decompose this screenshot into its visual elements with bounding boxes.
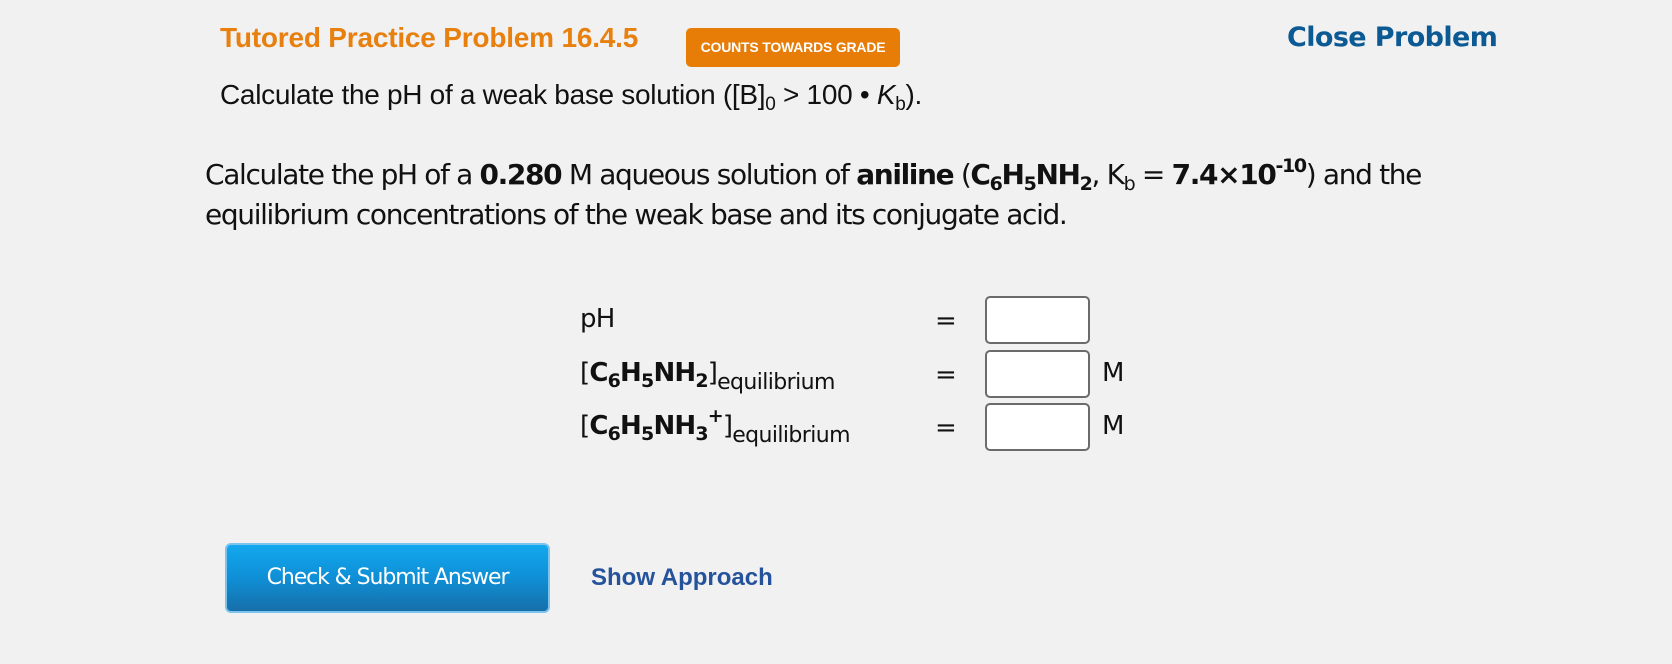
subtitle-subscript: 0 <box>765 94 776 115</box>
formula-part: C <box>589 358 608 388</box>
equals-sign: = <box>935 360 957 390</box>
formula-subscript: 6 <box>607 370 621 392</box>
answer-row-base: [C6H5NH2]equilibrium = M <box>580 350 1140 398</box>
problem-subtitle: Calculate the pH of a weak base solution… <box>220 79 923 114</box>
conjugate-acid-concentration-label: [C6H5NH3+]equilibrium <box>580 407 851 447</box>
formula-part: C <box>589 411 608 441</box>
formula-subscript: 2 <box>1079 173 1093 195</box>
show-approach-link[interactable]: Show Approach <box>591 564 773 592</box>
equilibrium-subscript: equilibrium <box>732 423 850 448</box>
check-submit-answer-button[interactable]: Check & Submit Answer <box>225 543 550 613</box>
problem-text: , K <box>1091 158 1125 191</box>
problem-title: Tutored Practice Problem 16.4.5 <box>220 22 639 53</box>
charge-superscript: + <box>707 405 724 427</box>
answer-row-ph: pH = <box>580 296 1140 344</box>
concentration-value: 0.280 <box>479 158 563 191</box>
problem-text: = <box>1134 158 1172 191</box>
kb-value: 7.4×10-10 <box>1171 155 1308 192</box>
formula-subscript: 5 <box>641 423 654 445</box>
formula-subscript: 5 <box>641 370 654 392</box>
subtitle-text: ). <box>905 79 923 110</box>
formula-subscript: 6 <box>989 173 1003 195</box>
subtitle-text: Calculate the pH of a weak base solution… <box>220 79 766 110</box>
formula-subscript: 2 <box>695 370 708 392</box>
problem-text: M aqueous solution of <box>561 158 857 191</box>
kb-subscript: b <box>1123 173 1136 195</box>
problem-text: ( <box>953 158 972 191</box>
ph-label: pH <box>580 304 615 334</box>
problem-text: Calculate the pH of a <box>205 158 480 191</box>
formula-part: H <box>620 411 642 441</box>
kb-mantissa: 7.4×10 <box>1171 158 1277 191</box>
formula-part: NH <box>653 358 696 388</box>
ph-input[interactable] <box>985 296 1090 344</box>
formula-subscript: 5 <box>1023 173 1037 195</box>
base-concentration-input[interactable] <box>985 350 1090 398</box>
formula-part: C <box>970 158 991 191</box>
base-concentration-unit: M <box>1102 358 1125 388</box>
bracket-open: [ <box>580 358 590 388</box>
subtitle-text: > 100 • <box>775 79 877 110</box>
close-problem-link[interactable]: Close Problem <box>1287 22 1498 53</box>
formula-part: NH <box>653 411 696 441</box>
formula-part: H <box>620 358 642 388</box>
formula-subscript: 6 <box>607 423 621 445</box>
formula-part: H <box>1001 158 1025 191</box>
conjugate-acid-concentration-unit: M <box>1102 411 1125 441</box>
kb-exponent: -10 <box>1275 155 1308 177</box>
bracket-close: ] <box>707 358 718 388</box>
equals-sign: = <box>935 413 957 443</box>
equals-sign: = <box>935 306 957 336</box>
bracket-close: ] <box>722 411 733 441</box>
compound-name: aniline <box>856 158 954 191</box>
counts-towards-grade-badge: COUNTS TOWARDS GRADE <box>686 28 900 67</box>
problem-statement: Calculate the pH of a 0.280 M aqueous so… <box>205 155 1505 235</box>
subtitle-k-subscript: b <box>895 94 906 115</box>
subtitle-k: K <box>876 79 896 110</box>
conjugate-acid-concentration-input[interactable] <box>985 403 1090 451</box>
formula-subscript: 3 <box>695 423 708 445</box>
base-concentration-label: [C6H5NH2]equilibrium <box>580 358 835 394</box>
compound-formula: C6H5NH2 <box>970 158 1092 194</box>
equilibrium-subscript: equilibrium <box>717 370 835 395</box>
answer-row-conjugate-acid: [C6H5NH3+]equilibrium = M <box>580 403 1140 451</box>
formula-part: NH <box>1035 158 1081 191</box>
bracket-open: [ <box>580 411 590 441</box>
